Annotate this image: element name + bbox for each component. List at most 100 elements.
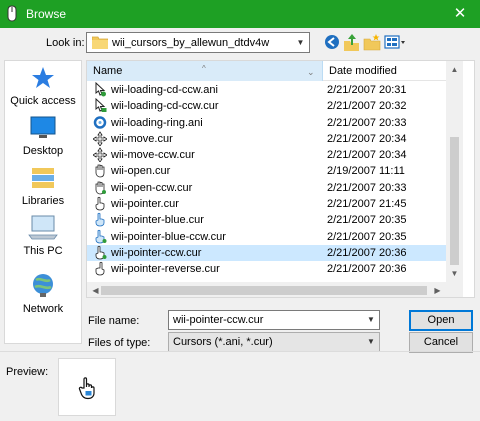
folder-icon: [92, 36, 108, 49]
cursor-file-icon: [95, 229, 107, 244]
computer-icon: [28, 215, 58, 240]
file-row-selected[interactable]: wii-pointer-ccw.cur 2/21/2007 20:36 Irf: [87, 244, 461, 262]
cancel-button[interactable]: Cancel: [409, 332, 473, 353]
file-date: 2/21/2007 21:45: [327, 198, 407, 211]
column-header-date[interactable]: Date modified: [323, 61, 447, 81]
file-name: wii-move-ccw.cur: [111, 149, 195, 162]
cursor-file-icon: [95, 98, 107, 113]
file-row[interactable]: wii-pointer-reverse.cur 2/21/2007 20:36 …: [87, 261, 461, 277]
file-date: 2/21/2007 20:33: [327, 116, 407, 129]
chevron-down-icon[interactable]: ⌄: [307, 62, 315, 82]
desktop-icon: [30, 116, 56, 138]
chevron-down-icon[interactable]: ▼: [292, 33, 309, 52]
file-rows: wii-loading-cd-ccw.ani 2/21/2007 20:31 I…: [87, 82, 461, 278]
file-row[interactable]: wii-loading-cd-ccw.ani 2/21/2007 20:31 I…: [87, 82, 461, 98]
view-menu-icon[interactable]: [383, 32, 407, 52]
file-row[interactable]: wii-loading-ring.ani 2/21/2007 20:33 Irf: [87, 115, 461, 131]
dialog-body: Look in: wii_cursors_by_allewun_dtdv4w ▼…: [0, 28, 480, 421]
file-row[interactable]: wii-pointer.cur 2/21/2007 21:45 Irf: [87, 196, 461, 212]
file-date: 2/21/2007 20:36: [327, 263, 407, 276]
network-icon: [33, 274, 53, 297]
file-name: wii-pointer-blue.cur: [111, 214, 204, 227]
file-name-input[interactable]: wii-pointer-ccw.cur ▼: [168, 310, 380, 330]
close-button[interactable]: ✕: [440, 0, 480, 28]
place-quick-access[interactable]: Quick access: [5, 65, 81, 107]
file-name: wii-open-ccw.cur: [111, 181, 193, 194]
vertical-scroll-thumb[interactable]: [450, 137, 459, 265]
place-label: Libraries: [21, 195, 65, 207]
scroll-right-arrow[interactable]: ▶: [429, 282, 446, 297]
chevron-down-icon[interactable]: ▼: [363, 333, 379, 351]
file-row[interactable]: wii-pointer-blue-ccw.cur 2/21/2007 20:35…: [87, 229, 461, 245]
file-name: wii-pointer-blue-ccw.cur: [111, 230, 226, 243]
places-bar: Quick access Desktop Libraries This PC N…: [4, 60, 82, 344]
star-icon: [32, 67, 54, 88]
place-label: Quick access: [10, 95, 76, 107]
place-libraries[interactable]: Libraries: [5, 165, 81, 207]
cursor-file-icon: [95, 181, 106, 195]
scroll-corner: [446, 282, 463, 297]
file-type-value: Cursors (*.ani, *.cur): [173, 336, 273, 348]
place-this-pc[interactable]: This PC: [5, 213, 81, 257]
file-name: wii-loading-ring.ani: [111, 116, 203, 129]
file-name: wii-loading-cd-ccw.cur: [111, 100, 219, 113]
file-type-select[interactable]: Cursors (*.ani, *.cur) ▼: [168, 332, 380, 352]
file-name: wii-pointer.cur: [111, 198, 179, 211]
place-label: This PC: [23, 245, 63, 257]
horizontal-scrollbar[interactable]: ◀ ▶: [87, 282, 446, 297]
look-in-label: Look in:: [46, 37, 85, 49]
column-header-name[interactable]: Name ^ ⌄: [87, 61, 323, 81]
list-header: Name ^ ⌄ Date modified Ty: [87, 61, 465, 81]
file-date: 2/21/2007 20:36: [327, 246, 407, 259]
place-label: Network: [22, 303, 64, 315]
cursor-file-icon: [95, 213, 105, 227]
place-desktop[interactable]: Desktop: [5, 115, 81, 157]
file-name: wii-pointer-reverse.cur: [111, 263, 220, 276]
place-label: Desktop: [22, 145, 64, 157]
file-name: wii-loading-cd-ccw.ani: [111, 84, 218, 96]
libraries-icon: [32, 168, 54, 188]
file-date: 2/21/2007 20:33: [327, 181, 407, 194]
file-name: wii-move.cur: [111, 132, 173, 145]
file-type-label: Files of type:: [88, 337, 151, 349]
cursor-file-icon: [95, 262, 105, 276]
file-row[interactable]: wii-open-ccw.cur 2/21/2007 20:33 Irf: [87, 180, 461, 196]
file-list: Name ^ ⌄ Date modified Ty wii-loading-cd…: [86, 60, 475, 298]
up-folder-icon[interactable]: [343, 32, 361, 52]
file-name-value: wii-pointer-ccw.cur: [173, 314, 264, 326]
cursor-file-icon: [95, 196, 105, 211]
app-icon: [7, 5, 17, 22]
file-date: 2/21/2007 20:35: [327, 230, 407, 243]
look-in-combo[interactable]: wii_cursors_by_allewun_dtdv4w ▼: [86, 32, 310, 53]
cursor-file-icon: [95, 245, 107, 260]
open-button[interactable]: Open: [409, 310, 473, 331]
title-bar: Browse ✕: [0, 0, 480, 28]
divider: [0, 351, 480, 352]
place-network[interactable]: Network: [5, 271, 81, 315]
new-folder-icon[interactable]: [363, 32, 381, 52]
back-arrow-icon[interactable]: [323, 32, 341, 52]
scroll-down-arrow[interactable]: ▼: [446, 265, 463, 282]
file-row[interactable]: wii-pointer-blue.cur 2/21/2007 20:35 Irf: [87, 212, 461, 228]
file-date: 2/21/2007 20:34: [327, 149, 407, 162]
hand-cursor-icon: [78, 377, 95, 400]
vertical-scrollbar[interactable]: ▲ ▼: [446, 61, 463, 282]
file-row[interactable]: wii-open.cur 2/19/2007 11:11 Irf: [87, 163, 461, 179]
cursor-file-icon: [93, 147, 107, 163]
file-row[interactable]: wii-loading-cd-ccw.cur 2/21/2007 20:32 I…: [87, 98, 461, 114]
cursor-file-icon: [95, 165, 105, 178]
file-date: 2/21/2007 20:35: [327, 214, 407, 227]
file-row[interactable]: wii-move.cur 2/21/2007 20:34 Irf: [87, 131, 461, 147]
cursor-file-icon: [93, 131, 107, 146]
file-name: wii-pointer-ccw.cur: [111, 246, 202, 259]
scroll-up-arrow[interactable]: ▲: [446, 61, 463, 78]
horizontal-scroll-thumb[interactable]: [101, 286, 427, 295]
file-date: 2/21/2007 20:34: [327, 132, 407, 145]
preview-label: Preview:: [6, 366, 49, 378]
file-row[interactable]: wii-move-ccw.cur 2/21/2007 20:34 Irf: [87, 147, 461, 163]
chevron-down-icon[interactable]: ▼: [363, 311, 379, 329]
list-edge: [463, 61, 474, 297]
file-name: wii-open.cur: [111, 165, 171, 178]
file-name-label: File name:: [88, 315, 140, 327]
file-date: 2/19/2007 11:11: [327, 165, 405, 178]
